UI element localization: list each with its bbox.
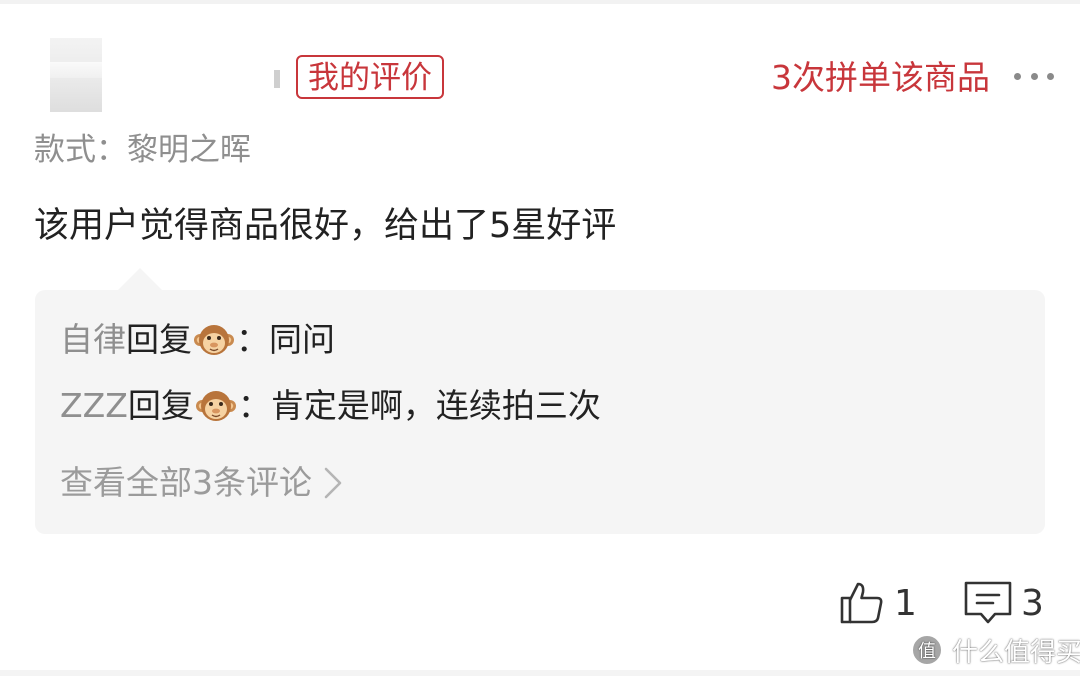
thumbs-up-icon [838,578,886,630]
my-review-badge: 我的评价 [296,55,444,99]
view-all-label: 查看全部3条评论 [60,463,312,502]
more-dot [1047,72,1054,80]
avatar-highlight [50,62,102,78]
like-count: 1 [894,583,917,624]
reply-text: ：同问 [236,320,335,359]
top-divider [0,0,1080,4]
repurchase-count-label: 3次拼单该商品 [771,58,990,97]
site-watermark: 值 什么值得买 [910,632,1080,668]
zhide-logo-icon: 值 [910,633,944,667]
reply-verb: 回复 [127,386,194,425]
blurred-username [274,70,280,88]
more-dot [1014,72,1021,80]
chevron-right-icon [322,465,344,501]
reply-username[interactable]: ZZZ [60,384,128,428]
bottom-divider [0,670,1080,676]
review-body: 该用户觉得商品很好，给出了5星好评 [34,206,617,246]
review-card: 我的评价 3次拼单该商品 款式：黎明之晖 该用户觉得商品很好，给出了5星好评 自… [0,0,1080,676]
more-dot [1030,72,1038,80]
reply-text: ：肯定是啊，连续拍三次 [237,386,601,425]
style-value: 黎明之晖 [127,132,251,168]
monkey-face-icon [195,386,236,426]
svg-text:值: 值 [918,641,936,662]
reply-username[interactable]: 自律 [60,318,126,362]
watermark-text: 什么值得买 [952,637,1080,668]
like-button[interactable]: 1 [838,580,917,628]
reply-verb: 回复 [126,320,192,359]
reply-item[interactable]: 自律 回复 ：同问 [60,318,335,362]
style-label: 款式： [34,132,127,168]
comment-button[interactable]: 3 [963,580,1044,628]
more-options-icon[interactable] [1014,71,1054,81]
monkey-face-icon [194,320,234,360]
reply-item[interactable]: ZZZ 回复 ：肯定是啊，连续拍三次 [60,384,601,428]
comment-icon [963,578,1013,630]
product-style: 款式：黎明之晖 [34,128,251,172]
comment-count: 3 [1021,583,1044,624]
reply-box-pointer [118,268,162,290]
view-all-comments-link[interactable]: 查看全部3条评论 [60,460,344,506]
